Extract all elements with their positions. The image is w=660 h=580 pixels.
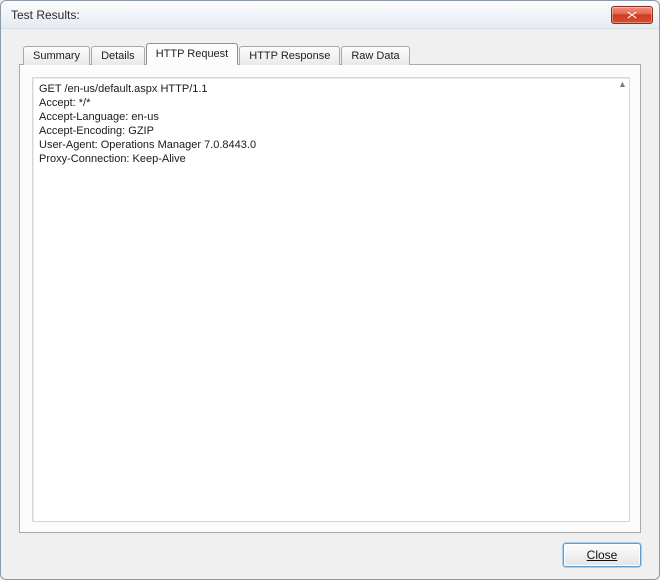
tab-http-response[interactable]: HTTP Response xyxy=(239,46,340,65)
dialog-window: Test Results: Summary Details HTTP Reque… xyxy=(0,0,660,580)
window-title: Test Results: xyxy=(11,8,611,22)
dialog-footer: Close xyxy=(19,533,641,567)
tab-summary[interactable]: Summary xyxy=(23,46,90,65)
http-request-textarea[interactable]: GET /en-us/default.aspx HTTP/1.1 Accept:… xyxy=(32,77,630,522)
tabstrip: Summary Details HTTP Request HTTP Respon… xyxy=(19,43,641,64)
tab-http-request[interactable]: HTTP Request xyxy=(146,43,239,64)
close-icon xyxy=(627,11,637,19)
client-area: Summary Details HTTP Request HTTP Respon… xyxy=(1,29,659,579)
close-button[interactable]: Close xyxy=(563,543,641,567)
tab-panel: GET /en-us/default.aspx HTTP/1.1 Accept:… xyxy=(19,64,641,533)
tab-details[interactable]: Details xyxy=(91,46,145,65)
http-request-content: GET /en-us/default.aspx HTTP/1.1 Accept:… xyxy=(39,82,611,166)
titlebar[interactable]: Test Results: xyxy=(1,1,659,29)
tab-raw-data[interactable]: Raw Data xyxy=(341,46,409,65)
scroll-up-icon[interactable]: ▲ xyxy=(618,80,626,88)
window-close-button[interactable] xyxy=(611,6,653,24)
